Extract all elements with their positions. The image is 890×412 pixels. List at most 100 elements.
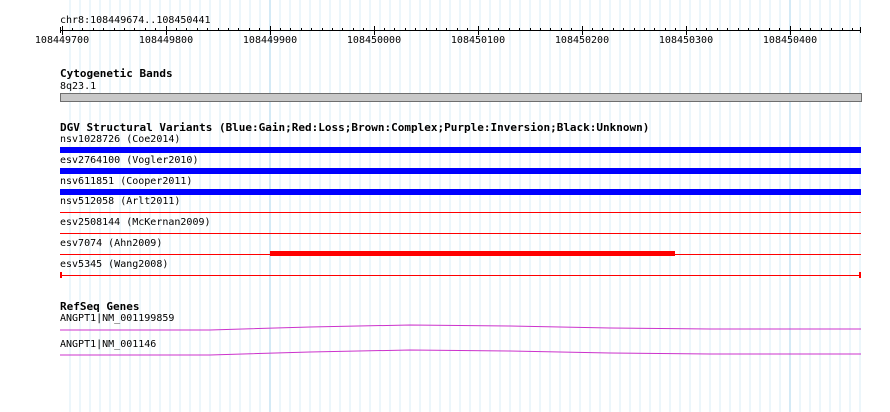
- ruler-minor-tick: [644, 28, 645, 31]
- ruler-tick-label: 108450400: [762, 35, 818, 46]
- variant-label[interactable]: esv2764100 (Vogler2010): [60, 155, 198, 166]
- ruler-minor-tick: [436, 28, 437, 31]
- gain-variant-bar[interactable]: [60, 147, 861, 153]
- ruler-tick-label: 108450000: [346, 35, 402, 46]
- ruler-minor-tick: [311, 28, 313, 31]
- ruler-minor-tick: [498, 28, 500, 31]
- ruler-minor-tick: [300, 28, 302, 31]
- ruler-minor-tick: [612, 28, 614, 31]
- ruler-minor-tick: [706, 28, 708, 31]
- variant-label[interactable]: esv2508144 (McKernan2009): [60, 217, 211, 228]
- ruler-minor-tick: [800, 28, 801, 31]
- ruler-minor-tick: [727, 28, 729, 31]
- ruler-minor-tick: [196, 28, 198, 31]
- ruler-tick-label: 108449800: [138, 35, 194, 46]
- cytoband-bar[interactable]: [60, 93, 862, 102]
- loss-variant-line[interactable]: [60, 233, 861, 234]
- ruler-minor-tick: [217, 28, 219, 31]
- ruler-minor-tick: [186, 28, 188, 31]
- variant-label[interactable]: esv5345 (Wang2008): [60, 259, 168, 270]
- variant-label[interactable]: esv7074 (Ahn2009): [60, 238, 162, 249]
- ruler-minor-tick: [831, 28, 833, 31]
- ruler-minor-tick: [519, 28, 521, 31]
- ruler-minor-tick: [592, 28, 593, 31]
- refseq-track-title[interactable]: RefSeq Genes: [60, 301, 139, 313]
- ruler-minor-tick: [529, 28, 531, 31]
- ruler-minor-tick: [508, 28, 510, 31]
- ruler-minor-tick: [633, 28, 635, 31]
- ruler-minor-tick: [560, 28, 562, 31]
- ruler-minor-tick: [540, 28, 541, 31]
- ruler-minor-tick: [685, 28, 687, 31]
- ruler-tick: [62, 26, 63, 35]
- ruler-axis: [60, 30, 861, 31]
- ruler-minor-tick: [425, 28, 427, 31]
- ruler-minor-tick: [467, 28, 469, 31]
- ruler-minor-tick: [758, 28, 760, 31]
- ruler-minor-tick: [352, 28, 354, 31]
- ruler-minor-tick: [238, 28, 240, 31]
- ruler-arrow: [60, 27, 66, 33]
- ruler-minor-tick: [852, 28, 853, 31]
- variant-label[interactable]: nsv1028726 (Coe2014): [60, 134, 180, 145]
- gain-variant-bar[interactable]: [60, 189, 861, 195]
- ruler-minor-tick: [269, 28, 271, 31]
- ruler-minor-tick: [810, 28, 812, 31]
- ruler-minor-tick: [144, 28, 146, 31]
- ruler-minor-tick: [779, 28, 781, 31]
- genome-browser-view: chr8:108449674..108450441 108449700 10844…: [0, 0, 890, 412]
- dgv-track-title[interactable]: DGV Structural Variants (Blue:Gain;Red:L…: [60, 122, 649, 134]
- ruler-minor-tick: [248, 28, 250, 31]
- ruler-minor-tick: [675, 28, 677, 31]
- ruler-minor-tick: [415, 28, 417, 31]
- ruler-minor-tick: [92, 28, 94, 31]
- ruler-minor-tick: [404, 28, 406, 31]
- ruler-minor-tick: [342, 28, 344, 31]
- ruler-minor-tick: [602, 28, 604, 31]
- location-label: chr8:108449674..108450441: [60, 15, 211, 26]
- ruler-tick-label: 108450200: [554, 35, 610, 46]
- ruler-minor-tick: [581, 28, 583, 31]
- gene-label[interactable]: ANGPT1|NM_001146: [60, 339, 156, 350]
- ruler-minor-tick: [165, 28, 167, 31]
- gene-label[interactable]: ANGPT1|NM_001199859: [60, 313, 174, 324]
- ruler-minor-tick: [259, 28, 261, 31]
- ruler-minor-tick: [768, 28, 770, 31]
- loss-variant-line[interactable]: [60, 275, 861, 276]
- ruler-tick-label: 108450100: [450, 35, 506, 46]
- ruler-minor-tick: [841, 28, 843, 31]
- ruler-minor-tick: [207, 28, 209, 31]
- ruler-minor-tick: [384, 28, 385, 31]
- ruler-minor-tick: [373, 28, 375, 31]
- ruler-minor-tick: [446, 28, 448, 31]
- ruler-minor-tick: [113, 28, 115, 31]
- ruler-minor-tick: [103, 28, 105, 31]
- ruler-minor-tick: [550, 28, 552, 31]
- ruler-arrow: [855, 27, 861, 33]
- ruler-minor-tick: [488, 28, 489, 31]
- cytoband-label: 8q23.1: [60, 81, 97, 92]
- ruler-minor-tick: [696, 28, 697, 31]
- cytoband-track-title[interactable]: Cytogenetic Bands: [60, 68, 173, 80]
- gain-variant-bar[interactable]: [60, 168, 861, 174]
- ruler-minor-tick: [654, 28, 656, 31]
- ruler-tick-label: 108450300: [658, 35, 714, 46]
- ruler-minor-tick: [321, 28, 323, 31]
- ruler-minor-tick: [456, 28, 458, 31]
- ruler-minor-tick: [820, 28, 822, 31]
- ruler-minor-tick: [789, 28, 791, 31]
- ruler-minor-tick: [716, 28, 718, 31]
- ruler-minor-tick: [155, 28, 157, 31]
- ruler-minor-tick: [737, 28, 739, 31]
- ruler-tick-label: 108449700: [34, 35, 90, 46]
- ruler-minor-tick: [571, 28, 573, 31]
- ruler-minor-tick: [134, 28, 136, 31]
- ruler-minor-tick: [332, 28, 333, 31]
- ruler-minor-tick: [477, 28, 479, 31]
- ruler-minor-tick: [623, 28, 625, 31]
- loss-variant-line[interactable]: [60, 212, 861, 213]
- variant-label[interactable]: nsv611851 (Cooper2011): [60, 176, 192, 187]
- variant-label[interactable]: nsv512058 (Arlt2011): [60, 196, 180, 207]
- loss-variant-bar[interactable]: [270, 251, 675, 256]
- ruler-minor-tick: [280, 28, 281, 31]
